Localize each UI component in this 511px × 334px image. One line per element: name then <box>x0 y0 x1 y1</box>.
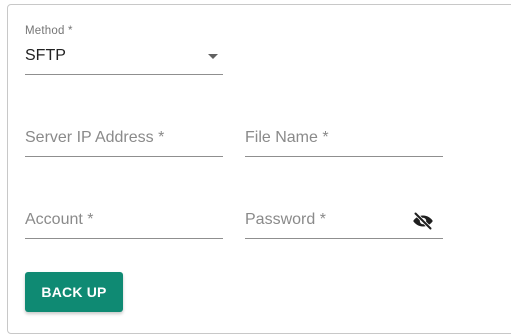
file-name-field[interactable]: File Name * <box>245 123 443 157</box>
password-placeholder: Password * <box>245 211 326 228</box>
server-ip-underline <box>25 156 223 157</box>
method-underline <box>25 74 223 75</box>
server-ip-field[interactable]: Server IP Address * <box>25 123 223 157</box>
method-label: Method * <box>25 25 73 37</box>
backup-button[interactable]: BACK UP <box>25 272 123 312</box>
password-underline <box>245 238 443 239</box>
method-value: SFTP <box>25 47 66 64</box>
method-select[interactable]: Method * SFTP <box>25 21 223 75</box>
password-field[interactable]: Password * <box>245 205 443 239</box>
account-underline <box>25 238 223 239</box>
chevron-down-icon[interactable] <box>208 54 218 59</box>
server-ip-placeholder: Server IP Address * <box>25 129 165 146</box>
file-name-underline <box>245 156 443 157</box>
file-name-placeholder: File Name * <box>245 129 329 146</box>
backup-settings-panel: Method * SFTP Server IP Address * File N… <box>7 4 511 334</box>
account-placeholder: Account * <box>25 211 94 228</box>
eye-off-icon[interactable] <box>411 209 435 233</box>
account-field[interactable]: Account * <box>25 205 223 239</box>
